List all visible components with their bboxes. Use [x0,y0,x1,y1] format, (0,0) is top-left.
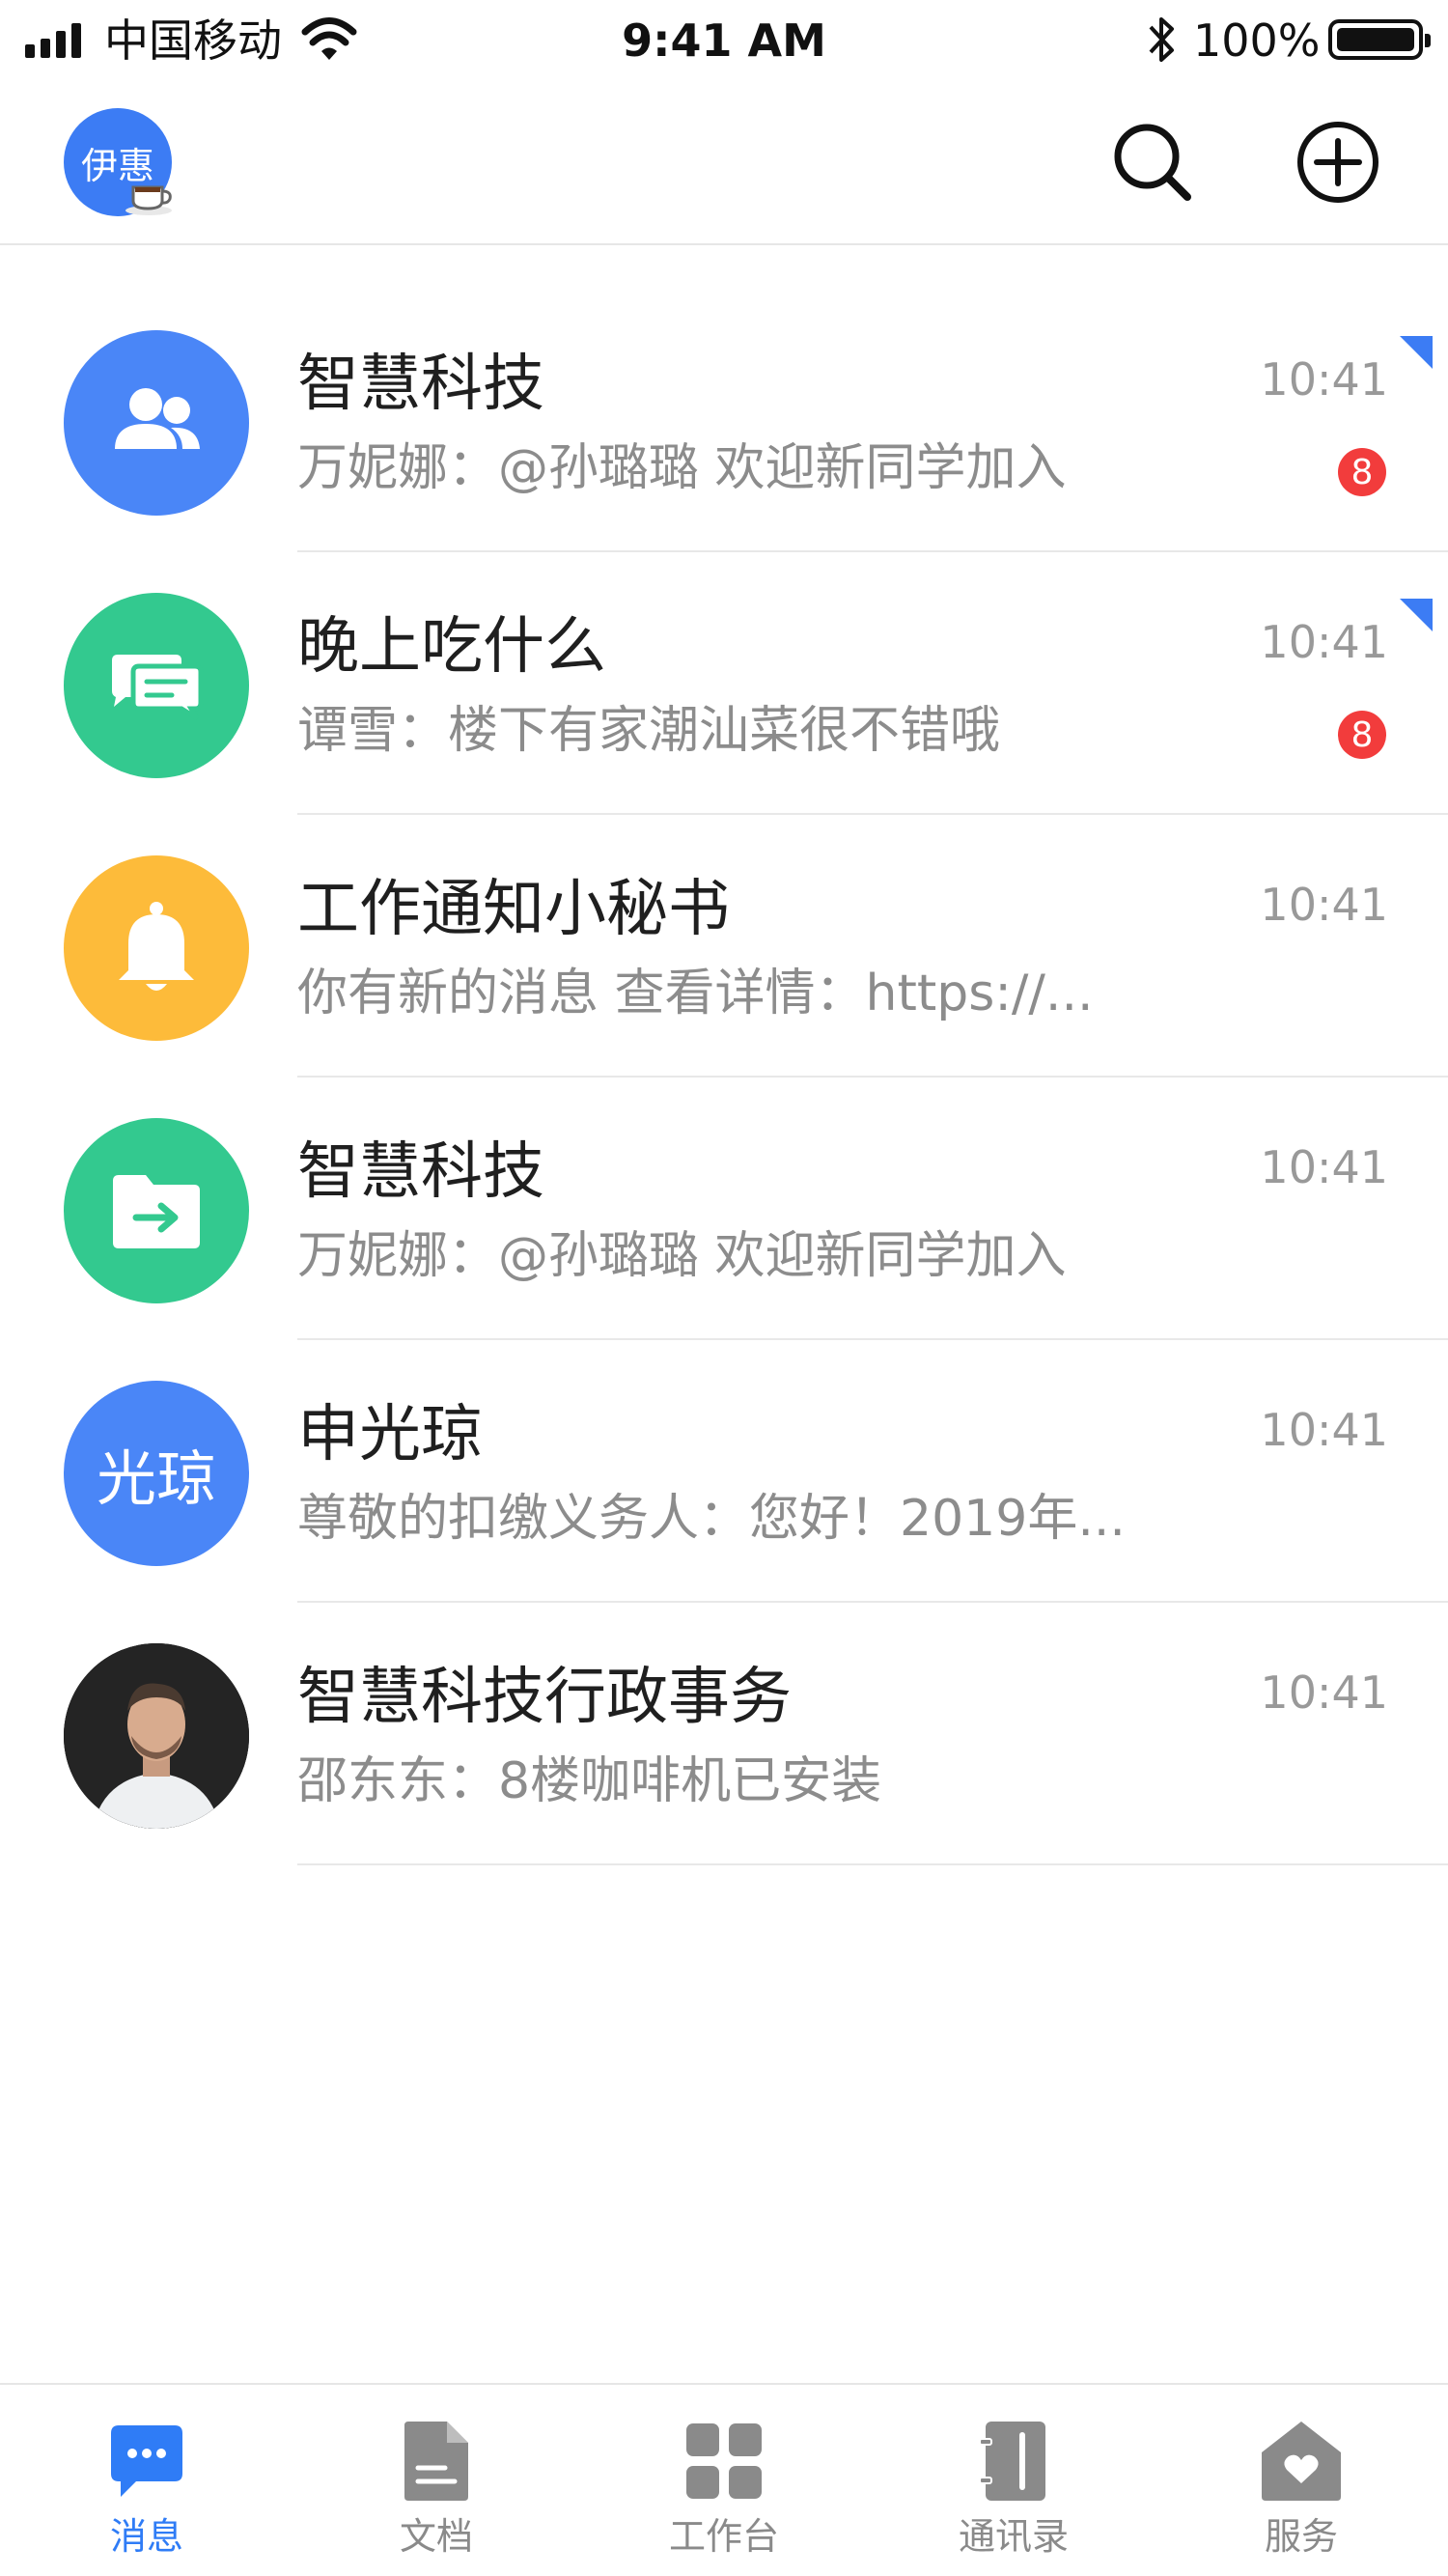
chat-preview: 邵东东：8楼咖啡机已安装 [297,1752,882,1810]
folder-share-icon [113,1175,200,1248]
chat-avatar: 光琼 [64,1381,249,1566]
tab-services[interactable]: 服务 [1205,2418,1398,2562]
chat-row[interactable]: 智慧科技行政事务 邵东东：8楼咖啡机已安装 10:41 [0,1603,1448,1865]
chat-row[interactable]: 智慧科技 万妮娜：@孙璐璐 欢迎新同学加入 10:41 [0,1078,1448,1340]
chat-time: 10:41 [1260,1404,1388,1456]
chat-title: 工作通知小秘书 [297,874,730,945]
top-nav-bar: 伊惠 [0,81,1448,245]
service-home-icon [1262,2422,1341,2501]
chat-title: 智慧科技 [297,349,544,420]
tab-documents[interactable]: 文档 [340,2418,533,2562]
status-bar: 中国移动 9:41 AM 100% [0,0,1448,81]
divider [297,1863,1448,1865]
chat-row[interactable]: 智慧科技 万妮娜：@孙璐璐 欢迎新同学加入 10:41 8 [0,290,1448,552]
unread-badge: 8 [1338,711,1386,759]
bluetooth-icon [1149,17,1174,62]
chat-time: 10:41 [1260,353,1388,406]
chat-bubbles-icon [112,655,204,721]
chat-row[interactable]: 光琼 申光琼 尊敬的扣缴义务人：您好！2019年... 10:41 [0,1340,1448,1603]
chat-preview: 万妮娜：@孙璐璐 欢迎新同学加入 [297,439,1067,497]
tab-messages[interactable]: 消息 [50,2418,243,2562]
document-icon [404,2422,468,2501]
chat-time: 10:41 [1260,616,1388,668]
tab-label: 消息 [109,2515,183,2558]
chat-list: 智慧科技 万妮娜：@孙璐璐 欢迎新同学加入 10:41 8 晚上吃什么 谭雪：楼… [0,290,1448,1865]
chat-title: 晚上吃什么 [297,611,606,683]
unread-badge: 8 [1338,448,1386,496]
battery-percent: 100% [1193,14,1321,67]
person-photo-icon [64,1643,249,1829]
battery-icon [1328,19,1431,60]
coffee-cup-icon [125,185,172,215]
pinned-corner-icon [1400,336,1433,369]
tab-contacts[interactable]: 通讯录 [917,2418,1110,2562]
chat-title: 智慧科技 [297,1136,544,1208]
chat-time: 10:41 [1260,879,1388,931]
plus-circle-icon[interactable] [1292,116,1384,209]
tab-label: 工作台 [668,2515,779,2558]
bell-icon [119,902,194,991]
grid-icon [686,2423,762,2499]
avatar-text: 光琼 [96,1443,216,1514]
contacts-icon [979,2422,1045,2501]
chat-preview: 你有新的消息 查看详情：https://... [297,965,1094,1022]
chat-avatar [64,593,249,778]
chat-preview: 尊敬的扣缴义务人：您好！2019年... [297,1490,1126,1548]
tab-label: 文档 [399,2515,473,2558]
bottom-tab-bar: 消息 文档 工作台 通讯录 服务 [0,2383,1448,2576]
chat-avatar [64,1118,249,1303]
tab-workbench[interactable]: 工作台 [627,2418,821,2562]
chat-time: 10:41 [1260,1666,1388,1719]
search-icon[interactable] [1106,116,1199,209]
chat-time: 10:41 [1260,1141,1388,1193]
message-icon [111,2425,182,2497]
pinned-corner-icon [1400,599,1433,631]
chat-avatar [64,855,249,1041]
chat-row[interactable]: 工作通知小秘书 你有新的消息 查看详情：https://... 10:41 [0,815,1448,1078]
tab-label: 通讯录 [958,2515,1069,2558]
chat-avatar [64,1643,249,1829]
tab-label: 服务 [1264,2515,1338,2558]
chat-row[interactable]: 晚上吃什么 谭雪：楼下有家潮汕菜很不错哦 10:41 8 [0,552,1448,815]
chat-preview: 万妮娜：@孙璐璐 欢迎新同学加入 [297,1227,1067,1285]
group-icon [115,388,200,449]
chat-title: 申光琼 [297,1399,483,1470]
chat-preview: 谭雪：楼下有家潮汕菜很不错哦 [297,702,1001,760]
chat-title: 智慧科技行政事务 [297,1662,792,1733]
chat-avatar [64,330,249,516]
